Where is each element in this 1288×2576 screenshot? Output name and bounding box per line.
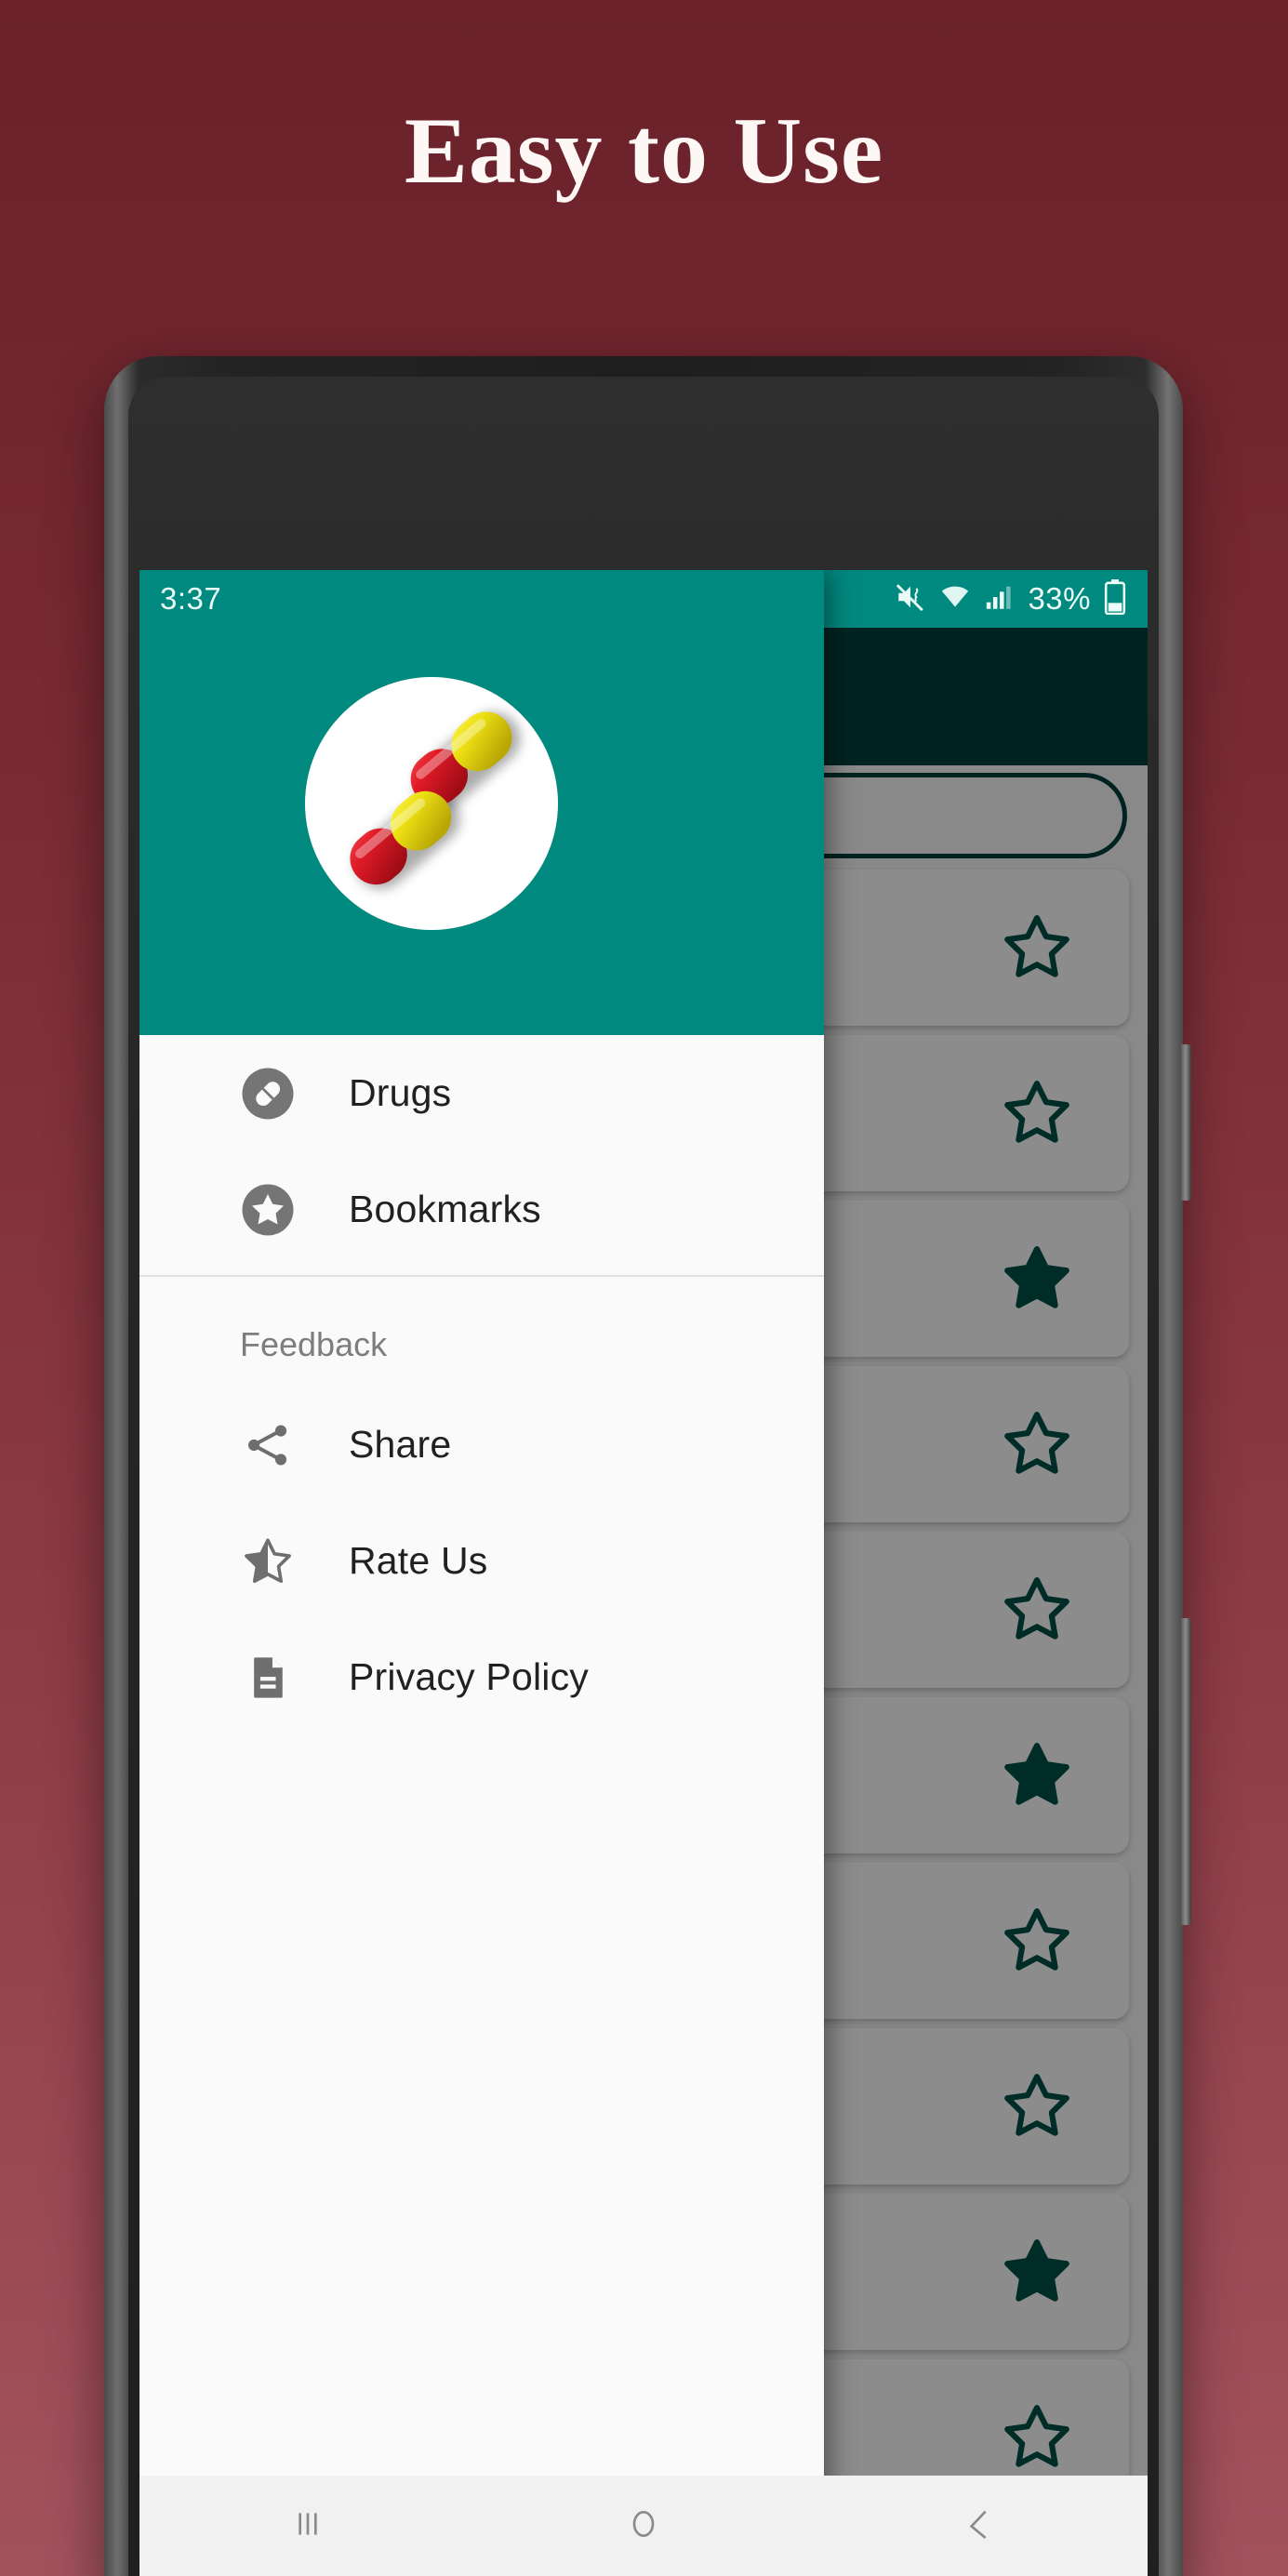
promo-screenshot: Easy to Use 3:37: [0, 0, 1288, 2576]
battery-percent-label: 33%: [1028, 581, 1091, 616]
drawer-status-bar: 3:37: [139, 570, 824, 628]
drawer-header: 3:37: [139, 570, 824, 1035]
recents-icon[interactable]: [289, 2505, 326, 2547]
star-circle-icon: [240, 1182, 296, 1238]
navigation-drawer: 3:37 Drugs Bookmarks Feedback Share Rate…: [139, 570, 824, 2576]
drawer-item-label: Drugs: [349, 1071, 452, 1114]
app-logo: [305, 677, 558, 930]
volume-button[interactable]: [1181, 1044, 1191, 1201]
wifi-icon: [938, 581, 972, 617]
drawer-item-label: Share: [349, 1423, 452, 1466]
phone-screen: 3:37: [139, 570, 1148, 2576]
drawer-section-title: Feedback: [240, 1325, 388, 1363]
drawer-status-clock: 3:37: [160, 581, 222, 616]
document-icon: [240, 1650, 296, 1706]
drawer-feedback-section: Share Rate Us Privacy Policy: [139, 1387, 824, 1735]
pill-circle-icon: [240, 1066, 296, 1122]
drawer-item-label: Rate Us: [349, 1539, 488, 1582]
half-star-icon: [240, 1534, 296, 1589]
power-button[interactable]: [1181, 1618, 1191, 1925]
drawer-item-drugs[interactable]: Drugs: [139, 1035, 824, 1151]
home-icon[interactable]: [625, 2505, 662, 2547]
mute-vibrate-icon: [895, 581, 926, 617]
android-navigation-bar: [139, 2476, 1148, 2576]
signal-bars-icon: [984, 581, 1016, 617]
drawer-item-share[interactable]: Share: [139, 1387, 824, 1503]
battery-icon: [1103, 578, 1127, 619]
drawer-primary-section: Drugs Bookmarks: [139, 1035, 824, 1268]
drawer-item-privacy-policy[interactable]: Privacy Policy: [139, 1619, 824, 1735]
drawer-item-rate-us[interactable]: Rate Us: [139, 1503, 824, 1619]
drawer-item-label: Privacy Policy: [349, 1655, 589, 1698]
drawer-item-label: Bookmarks: [349, 1188, 541, 1230]
share-icon: [240, 1417, 296, 1473]
drawer-item-bookmarks[interactable]: Bookmarks: [139, 1151, 824, 1268]
page-title: Easy to Use: [404, 99, 884, 204]
back-icon[interactable]: [961, 2505, 998, 2547]
